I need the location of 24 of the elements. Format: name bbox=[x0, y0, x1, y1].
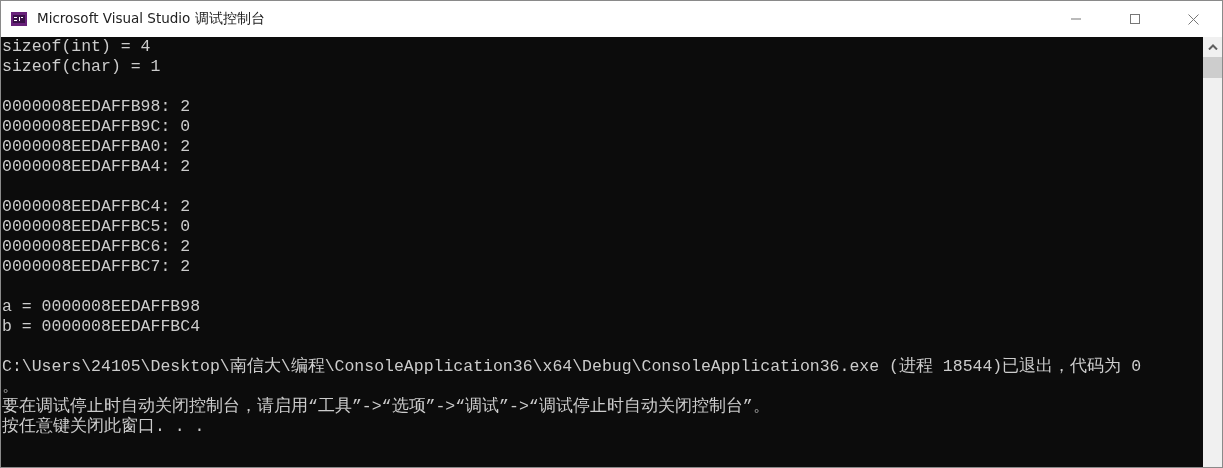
maximize-icon bbox=[1129, 13, 1141, 25]
window-title: Microsoft Visual Studio 调试控制台 bbox=[37, 10, 265, 28]
console-line: 0000008EEDAFFB9C: 0 bbox=[2, 117, 192, 137]
scrollbar[interactable] bbox=[1203, 37, 1222, 467]
scroll-thumb[interactable] bbox=[1203, 57, 1222, 78]
console-line: b = 0000008EEDAFFBC4 bbox=[2, 317, 202, 337]
close-icon bbox=[1187, 13, 1199, 25]
scroll-up-icon[interactable] bbox=[1207, 44, 1218, 50]
console-line: 0000008EEDAFFBC7: 2 bbox=[2, 257, 192, 277]
console-line: 0000008EEDAFFBC6: 2 bbox=[2, 237, 192, 257]
console-line: 0000008EEDAFFBC5: 0 bbox=[2, 217, 192, 237]
console-app-icon bbox=[11, 12, 27, 26]
console-line: 0000008EEDAFFBC4: 2 bbox=[2, 197, 192, 217]
console-line: 。 bbox=[2, 377, 20, 397]
console-line: 0000008EEDAFFB98: 2 bbox=[2, 97, 192, 117]
console-line: a = 0000008EEDAFFB98 bbox=[2, 297, 202, 317]
console-line: 要在调试停止时自动关闭控制台，请启用“工具”->“选项”->“调试”->“调试停止时自动关闭控制台”。 bbox=[2, 397, 771, 416]
console-line: C:\Users\24105\Desktop\南信大\编程\ConsoleApplication36\x64\Debug\ConsoleApplication36.exe (进程 18544)已退出，代码为 0 bbox=[2, 357, 1143, 377]
console-line: sizeof(char) = 1 bbox=[2, 57, 162, 77]
console-line: 0000008EEDAFFBA4: 2 bbox=[2, 157, 192, 177]
console-line: sizeof(int) = 4 bbox=[2, 37, 152, 57]
console-line: 0000008EEDAFFBA0: 2 bbox=[2, 137, 192, 157]
minimize-icon bbox=[1071, 18, 1083, 20]
console-line: 按任意键关闭此窗口. . . bbox=[2, 417, 206, 437]
